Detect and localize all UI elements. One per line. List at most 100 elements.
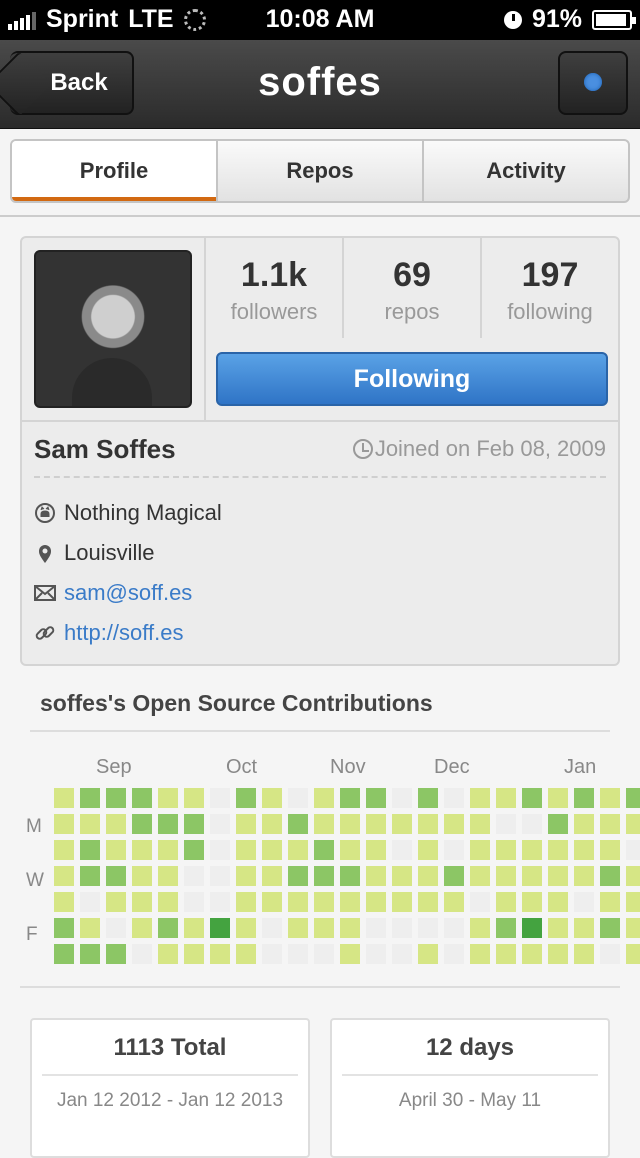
stat-label: following — [507, 299, 593, 324]
contribution-cell — [80, 918, 100, 938]
contribution-cell — [184, 892, 204, 912]
tab-activity[interactable]: Activity — [424, 141, 628, 201]
link-icon — [34, 622, 56, 644]
tab-profile[interactable]: Profile — [12, 141, 218, 201]
contribution-cell — [132, 788, 152, 808]
contribution-cell — [106, 866, 126, 886]
contribution-cell — [80, 788, 100, 808]
contribution-cell — [262, 866, 282, 886]
contribution-cell — [418, 814, 438, 834]
following-button[interactable]: Following — [216, 352, 608, 406]
contribution-cell — [236, 840, 256, 860]
contribution-cell — [106, 918, 126, 938]
contribution-cell — [236, 866, 256, 886]
contribution-cell — [522, 866, 542, 886]
battery-icon — [592, 9, 636, 30]
contribution-cell — [574, 840, 594, 860]
contribution-cell — [574, 892, 594, 912]
contribution-cell — [158, 814, 178, 834]
contribution-cell — [288, 918, 308, 938]
contribution-cell — [548, 944, 568, 964]
contribution-cell — [366, 918, 386, 938]
stat-value: 69 — [393, 256, 431, 294]
contribution-cell — [522, 944, 542, 964]
divider — [42, 1074, 298, 1076]
contribution-cell — [288, 788, 308, 808]
month-label: Dec — [434, 756, 470, 778]
contribution-cell — [366, 840, 386, 860]
email-link[interactable]: sam@soff.es — [64, 580, 192, 606]
contribution-cell — [522, 918, 542, 938]
contribution-cell — [54, 814, 74, 834]
month-label: Oct — [226, 756, 258, 778]
contribution-cell — [340, 866, 360, 886]
contribution-cell — [418, 866, 438, 886]
stat-label: followers — [230, 299, 318, 324]
back-button[interactable]: Back — [10, 51, 134, 115]
stat-value: 197 — [521, 256, 579, 294]
contribution-cell — [444, 944, 464, 964]
contribution-cell — [444, 866, 464, 886]
contribution-cell — [132, 892, 152, 912]
contribution-cell — [444, 892, 464, 912]
contribution-cell — [366, 866, 386, 886]
contribution-cell — [626, 944, 640, 964]
page-title: soffes — [258, 60, 382, 104]
contribution-cell — [236, 814, 256, 834]
contribution-cell — [288, 866, 308, 886]
contribution-cell — [210, 788, 230, 808]
contribution-cell — [444, 814, 464, 834]
contribution-cell — [574, 788, 594, 808]
contribution-cell — [366, 892, 386, 912]
contribution-cell — [314, 840, 334, 860]
contribution-cell — [548, 892, 568, 912]
contributions-title: soffes's Open Source Contributions — [40, 690, 433, 716]
contribution-cell — [262, 918, 282, 938]
contribution-cell — [392, 918, 412, 938]
contribution-cell — [548, 814, 568, 834]
contribution-cell — [106, 788, 126, 808]
contribution-cell — [366, 814, 386, 834]
divider — [342, 1074, 598, 1076]
contribution-cell — [210, 944, 230, 964]
month-label: Sep — [96, 756, 132, 778]
contribution-cell — [314, 892, 334, 912]
contribution-cell — [548, 866, 568, 886]
contribution-cell — [184, 866, 204, 886]
contribution-cell — [470, 814, 490, 834]
contribution-cell — [314, 918, 334, 938]
status-dot-button[interactable] — [558, 51, 628, 115]
contribution-cell — [80, 814, 100, 834]
contribution-cell — [340, 840, 360, 860]
stat-following[interactable]: 197 following — [482, 238, 618, 338]
contribution-cell — [600, 944, 620, 964]
joined-text: Joined on Feb 08, 2009 — [374, 436, 606, 461]
contribution-cell — [288, 944, 308, 964]
day-label: W — [26, 870, 44, 891]
contribution-cell — [132, 814, 152, 834]
contribution-cell — [158, 944, 178, 964]
day-label: M — [26, 816, 42, 837]
contribution-cell — [600, 814, 620, 834]
contribution-cell — [158, 788, 178, 808]
joined-date: Joined on Feb 08, 2009 — [352, 436, 606, 462]
contribution-cell — [574, 944, 594, 964]
contribution-cell — [626, 918, 640, 938]
contribution-cell — [626, 866, 640, 886]
clock-icon — [352, 439, 373, 459]
contribution-cell — [236, 788, 256, 808]
contribution-cell — [366, 944, 386, 964]
contribution-cell — [80, 866, 100, 886]
stat-followers[interactable]: 1.1k followers — [206, 238, 344, 338]
contribution-cell — [184, 944, 204, 964]
map-pin-icon — [34, 542, 56, 564]
contribution-cell — [392, 866, 412, 886]
battery-percent: 91% — [531, 5, 582, 33]
contribution-cell — [210, 892, 230, 912]
contribution-cell — [574, 918, 594, 938]
stat-repos[interactable]: 69 repos — [344, 238, 482, 338]
contribution-cell — [236, 918, 256, 938]
tab-repos[interactable]: Repos — [218, 141, 424, 201]
website-link[interactable]: http://soff.es — [64, 620, 183, 646]
contribution-cell — [80, 944, 100, 964]
